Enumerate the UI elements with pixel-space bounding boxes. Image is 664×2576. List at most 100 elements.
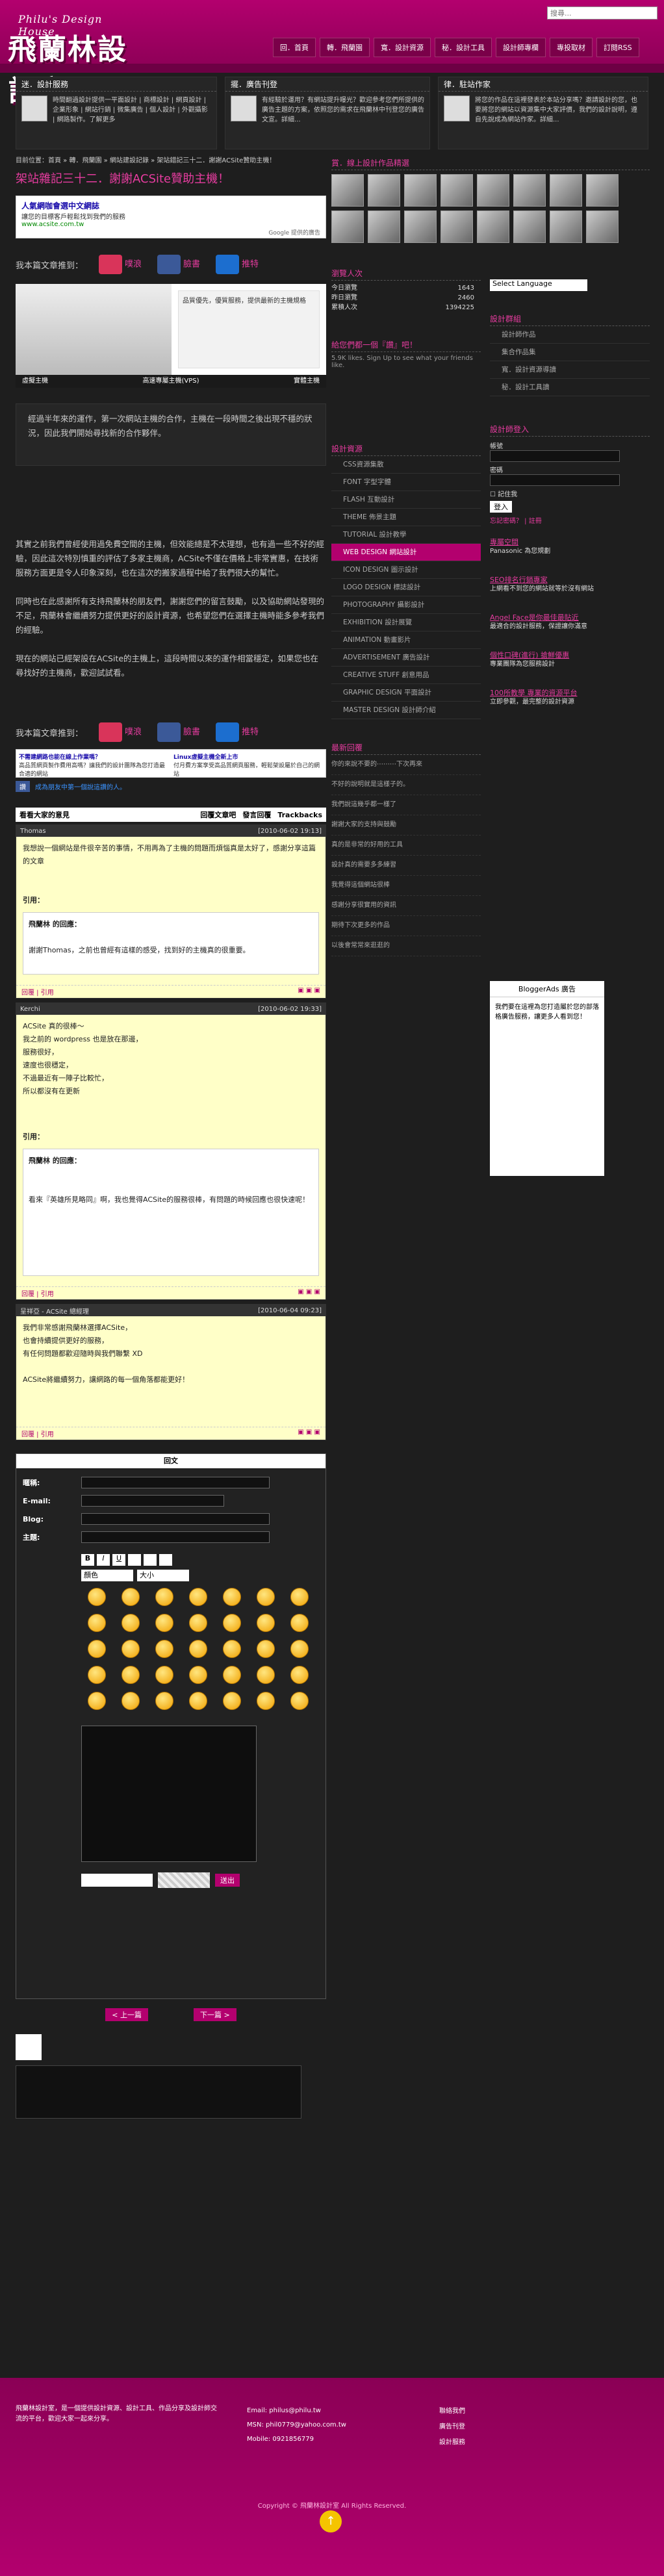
comment-actions[interactable]: 回覆 | 引用 [21,1429,54,1438]
emoticon-icon[interactable] [88,1640,106,1658]
resource-item[interactable]: PHOTOGRAPHY 攝影設計 [331,596,481,614]
share-digg[interactable]: 推特 [216,255,259,274]
gallery-thumb[interactable] [586,174,619,207]
image-button[interactable] [144,1554,157,1566]
comment-textarea[interactable] [81,1726,257,1862]
reply-tab[interactable]: 回覆文章吧 [200,810,236,820]
emoticon-icon[interactable] [257,1640,275,1658]
subject-input[interactable] [81,1531,270,1543]
gallery-thumb[interactable] [513,210,546,243]
footer-link[interactable]: 設計服務 [439,2435,465,2451]
ad-unit-1[interactable]: 不需建網路也能在線上作業嗎？ 高品質網頁製作費用高嗎？讓我們的設計團隊為您打造最合… [19,752,168,778]
resource-item[interactable]: FLASH 互動設計 [331,491,481,509]
gallery-thumb[interactable] [404,174,437,207]
recent-reply[interactable]: 以後會常常來逛逛的 [331,936,481,956]
digg-link[interactable]: 推特 [242,728,259,737]
emoticon-icon[interactable] [189,1666,207,1684]
emoticon-icon[interactable] [121,1666,140,1684]
gallery-thumb[interactable] [331,210,364,243]
login-button[interactable]: 登入 [490,501,512,513]
remember-checkbox[interactable]: ☐ 記住我 [490,489,650,498]
plurk-link[interactable]: 噗浪 [125,728,142,737]
emoticon-icon[interactable] [257,1614,275,1632]
resource-item[interactable]: THEME 佈景主題 [331,509,481,526]
color-select[interactable]: 顏色 [81,1570,133,1581]
emoticon-icon[interactable] [121,1588,140,1606]
name-input[interactable] [81,1477,270,1488]
category-item[interactable]: 集合作品集 [490,344,650,361]
back-to-top-icon[interactable]: ↑ [320,2510,342,2532]
recent-reply[interactable]: 真的是非常的好用的工具 [331,835,481,856]
google-ad[interactable]: 個性口碑(進行) 搶鮮優惠 專業團隊為您服務設計 [490,651,650,669]
emoticon-icon[interactable] [290,1588,309,1606]
breadcrumb[interactable]: 目前位置：首頁 » 轉．飛蘭園 » 網站建設記錄 » 架站錯記三十二．謝謝ACS… [16,156,326,166]
facebook-link[interactable]: 臉書 [183,728,200,737]
resource-item[interactable]: GRAPHIC DESIGN 平面設計 [331,684,481,702]
comment-author[interactable]: 呈祥亞 - ACSite 總經理 [20,1306,89,1316]
resource-item[interactable]: ICON DESIGN 圖示設計 [331,561,481,579]
emoticon-icon[interactable] [290,1692,309,1710]
login-links[interactable]: 忘記密碼？ | 註冊 [490,515,650,525]
submit-button[interactable]: 送出 [215,1874,240,1887]
gallery-thumb[interactable] [441,174,473,207]
resource-item[interactable]: ADVERTISEMENT 廣告設計 [331,649,481,667]
gallery-thumb[interactable] [477,210,509,243]
gallery-thumb[interactable] [477,174,509,207]
nav-home[interactable]: 回．首頁 [273,38,316,57]
facebook-link[interactable]: 臉書 [183,260,200,270]
comment-tools[interactable]: ▣ ▣ ▣ [298,987,320,997]
plurk-link[interactable]: 噗浪 [125,260,142,270]
emoticon-icon[interactable] [155,1666,173,1684]
resource-item[interactable]: WEB DESIGN 網站設計 [331,544,481,561]
password-input[interactable] [490,474,620,486]
resource-item[interactable]: ANIMATION 動畫影片 [331,631,481,649]
category-item[interactable]: 設計師作品 [490,326,650,344]
recent-reply[interactable]: 我們說這幾乎都一樣了 [331,795,481,815]
emoticon-icon[interactable] [88,1692,106,1710]
bold-button[interactable]: B [81,1554,94,1566]
emoticon-icon[interactable] [121,1614,140,1632]
captcha-input[interactable] [81,1874,153,1887]
emoticon-icon[interactable] [290,1666,309,1684]
gallery-thumb[interactable] [368,210,400,243]
comment-author[interactable]: Thomas [20,828,46,835]
resource-item[interactable]: CREATIVE STUFF 創意用品 [331,667,481,684]
ad-unit-2[interactable]: Linux虛擬主機全新上市 付月費方案享受高品質網頁服務，輕鬆架設屬於自己的網站 [173,752,323,778]
emoticon-icon[interactable] [189,1692,207,1710]
prev-post-button[interactable]: < 上一篇 [105,2008,148,2021]
emoticon-icon[interactable] [223,1666,241,1684]
emoticon-icon[interactable] [223,1588,241,1606]
google-ad[interactable]: SEO排名行銷專家 上網看不到您的網站就等於沒有網站 [490,576,650,594]
link-button[interactable] [128,1554,141,1566]
email-input[interactable] [81,1495,224,1507]
gallery-thumb[interactable] [404,210,437,243]
share-facebook[interactable]: 臉書 [157,255,200,274]
emoticon-icon[interactable] [121,1692,140,1710]
share-facebook[interactable]: 臉書 [157,722,200,742]
account-input[interactable] [490,450,620,462]
recent-reply[interactable]: 你的來說不要的⋯⋯⋯下次再來 [331,755,481,775]
emoticon-icon[interactable] [257,1666,275,1684]
gallery-thumb[interactable] [586,210,619,243]
comment-actions[interactable]: 回覆 | 引用 [21,1288,54,1298]
emoticon-icon[interactable] [155,1614,173,1632]
bloggerads-box[interactable]: BloggerAds 廣告 我們要在這裡為您打造屬於您的部落格廣告服務，讓更多人… [490,981,604,1176]
category-item[interactable]: 秘．設計工具讀 [490,379,650,396]
site-logo[interactable]: Philu's Design House 飛蘭林設計室 [8,12,131,108]
recent-reply[interactable]: 不好的說明就是這樣子的。 [331,775,481,795]
emoticon-icon[interactable] [155,1640,173,1658]
flash-embed[interactable] [16,2065,301,2119]
like-button[interactable]: 讚 [16,780,30,792]
search-input[interactable] [548,7,657,19]
emoticon-icon[interactable] [189,1588,207,1606]
comment-author[interactable]: Kerchi [20,1006,40,1013]
emoticon-icon[interactable] [155,1588,173,1606]
footer-link[interactable]: 聯絡我們 [439,2404,465,2419]
nav-submit[interactable]: 專投取材 [550,38,593,57]
emoticon-icon[interactable] [88,1614,106,1632]
google-ad[interactable]: 專屬空間 Panasonic 為您規劃 [490,538,650,556]
category-item[interactable]: 寬．設計資源導讀 [490,361,650,379]
gallery-thumb[interactable] [368,174,400,207]
recent-reply[interactable]: 期待下次更多的作品 [331,916,481,936]
resource-item[interactable]: EXHIBITION 設計展覽 [331,614,481,631]
